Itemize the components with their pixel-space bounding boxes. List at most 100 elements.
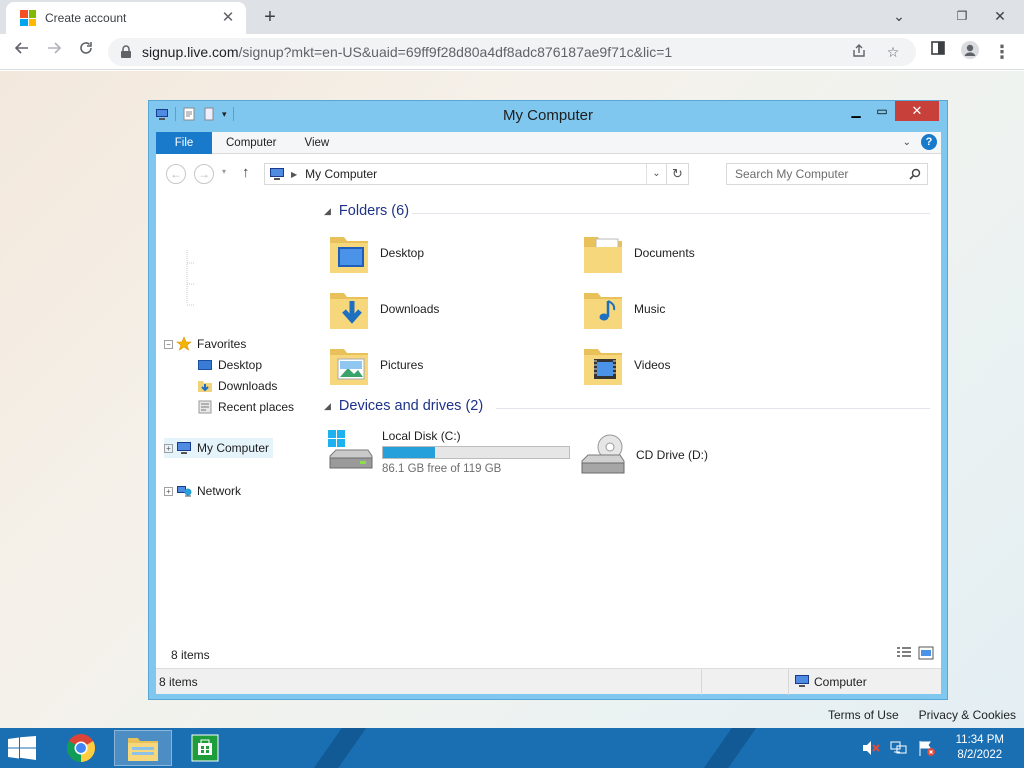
status-separator (701, 669, 702, 695)
collapse-icon[interactable]: − (164, 339, 173, 349)
star-icon (176, 336, 192, 351)
folder-label: Documents (634, 246, 695, 260)
folders-group-header[interactable]: ◢ Folders (6) (324, 203, 409, 219)
folders-header-label: Folders (6) (338, 203, 410, 219)
folder-music[interactable]: Music (582, 285, 665, 333)
folder-label: Videos (634, 358, 671, 372)
action-center-flag-icon[interactable] (918, 740, 936, 756)
start-button-windows-icon[interactable] (8, 736, 36, 760)
details-bar: 8 items (156, 644, 941, 666)
tree-item-network[interactable]: + Network (164, 483, 241, 499)
lock-icon[interactable] (120, 45, 132, 59)
large-icons-view-icon[interactable] (918, 646, 934, 660)
forward-arrow-icon[interactable] (42, 40, 66, 64)
desktop-label: Desktop (218, 358, 263, 372)
address-bar[interactable]: signup.live.com/signup?mkt=en-US&uaid=69… (108, 38, 916, 66)
share-icon[interactable] (848, 43, 870, 61)
tree-item-downloads[interactable]: Downloads (197, 378, 277, 394)
browser-tab-create-account[interactable]: Create account ✕ (6, 2, 246, 34)
details-view-icon[interactable] (896, 646, 912, 660)
folder-documents[interactable]: Documents (582, 229, 695, 277)
help-icon[interactable]: ? (921, 134, 937, 150)
close-browser-icon[interactable]: ✕ (988, 6, 1012, 26)
disk-usage-bar (382, 446, 570, 459)
folder-label: Desktop (380, 246, 425, 260)
taskbar-file-explorer[interactable] (114, 730, 172, 766)
ribbon-tabs: File Computer View ⌄ ? (156, 132, 941, 154)
bookmark-star-icon[interactable]: ☆ (882, 44, 904, 61)
tree-item-my-computer[interactable]: + My Computer (164, 438, 274, 458)
up-arrow-icon[interactable]: ↑ (242, 164, 250, 181)
expand-icon[interactable]: + (164, 486, 173, 496)
search-placeholder: Search My Computer (735, 167, 849, 181)
explorer-body: File Computer View ⌄ ? ← → ▾ ↑ ▶ My Comp… (156, 132, 941, 695)
drive-cd-d[interactable]: CD Drive (D:) (580, 433, 708, 477)
status-bar: 8 items Computer (156, 668, 941, 695)
tab-search-chevron-down-icon[interactable]: ⌄ (887, 6, 911, 26)
folder-desktop[interactable]: Desktop (328, 229, 424, 277)
window-caption-buttons: ▁ ▭ ✕ (843, 101, 939, 121)
address-dropdown-chevron-icon[interactable]: ⌄ (646, 164, 666, 184)
breadcrumb-chevron-icon[interactable]: ▶ (291, 170, 297, 179)
profile-avatar-icon[interactable] (958, 40, 982, 64)
folder-videos[interactable]: Videos (582, 341, 670, 389)
tree-item-recent-places[interactable]: Recent places (197, 399, 294, 415)
taskbar-decoration (305, 728, 375, 768)
forward-button-icon[interactable]: → (194, 164, 214, 184)
cd-drive-icon (581, 434, 625, 474)
clock[interactable]: 11:34 PM 8/2/2022 (956, 733, 1004, 763)
file-explorer-icon (128, 738, 158, 761)
drive-local-disk-c[interactable]: Local Disk (C:) 86.1 GB free of 119 GB (326, 429, 570, 475)
restore-window-icon[interactable]: ❐ (950, 6, 974, 26)
ribbon-right-controls: ⌄ ? (903, 134, 937, 150)
tree-item-desktop[interactable]: Desktop (197, 357, 262, 373)
network-tray-icon[interactable] (890, 740, 908, 756)
taskbar-store[interactable] (176, 730, 234, 766)
maximize-icon[interactable]: ▭ (869, 101, 895, 121)
url-text[interactable]: signup.live.com/signup?mkt=en-US&uaid=69… (142, 44, 836, 60)
page-footer: Terms of Use Privacy & Cookies (828, 708, 1016, 722)
expand-ribbon-chevron-icon[interactable]: ⌄ (903, 137, 911, 148)
expand-icon[interactable]: + (164, 443, 173, 453)
back-arrow-icon[interactable] (10, 40, 34, 64)
tab-close-icon[interactable]: ✕ (220, 10, 236, 26)
url-path: /signup?mkt=en-US&uaid=69ff9f28d80a4df8a… (238, 44, 673, 60)
tree-item-favorites[interactable]: − Favorites (164, 336, 246, 352)
search-box[interactable]: Search My Computer (726, 163, 928, 185)
drive-info: Local Disk (C:) 86.1 GB free of 119 GB (382, 429, 570, 475)
devices-group-header[interactable]: ◢ Devices and drives (2) (324, 398, 483, 414)
tab-file[interactable]: File (156, 132, 212, 154)
refresh-icon[interactable]: ↻ (666, 164, 688, 184)
minimize-icon[interactable]: ▁ (843, 101, 869, 121)
status-items: 8 items (159, 675, 198, 689)
close-window-icon[interactable]: ✕ (895, 101, 939, 121)
group-divider (412, 213, 930, 214)
terms-of-use-link[interactable]: Terms of Use (828, 708, 899, 722)
tab-view[interactable]: View (291, 132, 344, 154)
folder-label: Music (634, 302, 666, 316)
search-icon[interactable] (909, 168, 921, 180)
recent-locations-chevron-icon[interactable]: ▾ (222, 167, 226, 176)
folder-downloads[interactable]: Downloads (328, 285, 439, 333)
address-box[interactable]: ▶ My Computer ⌄ ↻ (264, 163, 689, 185)
group-divider (496, 408, 930, 409)
collapse-triangle-icon[interactable]: ◢ (324, 401, 331, 412)
tab-title: Create account (45, 11, 127, 25)
browser-toolbar: signup.live.com/signup?mkt=en-US&uaid=69… (0, 34, 1024, 70)
back-button-icon[interactable]: ← (166, 164, 186, 184)
taskbar-chrome[interactable] (52, 730, 110, 766)
drive-free-space: 86.1 GB free of 119 GB (382, 463, 502, 475)
collapse-triangle-icon[interactable]: ◢ (324, 206, 331, 217)
privacy-cookies-link[interactable]: Privacy & Cookies (919, 708, 1016, 722)
reload-icon[interactable] (74, 40, 98, 64)
volume-muted-icon[interactable] (862, 740, 880, 756)
side-panel-icon[interactable] (926, 40, 950, 64)
browser-tabstrip: Create account ✕ + ⌄ ❐ ✕ (0, 0, 1024, 34)
new-tab-button[interactable]: + (258, 5, 282, 29)
browser-menu-icon[interactable]: ⋮ (990, 40, 1014, 64)
network-label: Network (197, 484, 242, 498)
drive-name: CD Drive (D:) (636, 448, 708, 462)
tab-computer[interactable]: Computer (212, 132, 291, 154)
folder-pictures[interactable]: Pictures (328, 341, 423, 389)
explorer-window: ▾ My Computer ▁ ▭ ✕ File Computer View ⌄… (148, 100, 948, 700)
